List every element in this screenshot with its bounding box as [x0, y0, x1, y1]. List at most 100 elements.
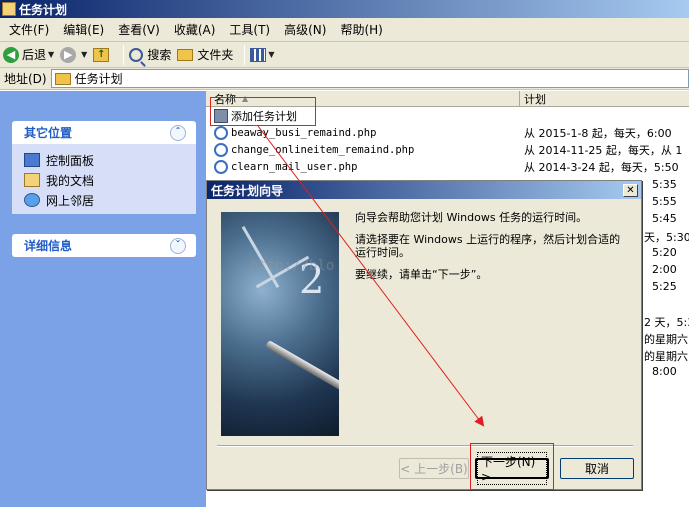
menu-favorites[interactable]: 收藏(A): [167, 21, 223, 38]
wizard-intro: 向导会帮助您计划 Windows 任务的运行时间。: [355, 211, 588, 224]
address-bar: 地址(D) 任务计划: [0, 68, 689, 90]
forward-button[interactable]: ▶ ▼: [60, 44, 87, 66]
details-title: 详细信息: [24, 239, 73, 253]
back-button[interactable]: ◀ 后退 ▼: [3, 44, 54, 66]
dialog-titlebar[interactable]: 任务计划向导 ✕: [207, 181, 641, 199]
column-headers: 名称 ▲ 计划: [206, 91, 689, 107]
window-title: 任务计划: [19, 2, 68, 17]
link-label: 我的文档: [46, 173, 95, 188]
address-field[interactable]: 任务计划: [50, 69, 689, 88]
views-icon: [250, 47, 267, 62]
folders-label: 文件夹: [197, 48, 234, 62]
add-scheduled-task-icon: [214, 108, 228, 123]
schedule-fragment: 5:55: [652, 195, 677, 208]
scheduled-tasks-folder-icon: [54, 72, 71, 85]
search-button[interactable]: 搜索: [129, 44, 171, 66]
scheduled-task-icon: [214, 159, 228, 174]
cancel-button[interactable]: 取消: [560, 458, 634, 479]
menu-bar: 文件(F) 编辑(E) 查看(V) 收藏(A) 工具(T) 高级(N) 帮助(H…: [0, 18, 689, 42]
schedule-fragment: 5:20: [652, 246, 677, 259]
task-wizard-dialog: 任务计划向导 ✕ 2 向导会帮助您计划 Windows 任务的运行时间。 请选择…: [206, 180, 642, 490]
address-label: 地址(D): [4, 72, 47, 86]
toolbar-separator: [123, 44, 125, 65]
wizard-text: 向导会帮助您计划 Windows 任务的运行时间。 请选择要在 Windows …: [355, 211, 625, 290]
collapse-icon[interactable]: ˆ: [170, 124, 186, 141]
link-control-panel[interactable]: 控制面板: [24, 150, 196, 170]
scheduled-tasks-folder-icon: [2, 2, 16, 16]
chevron-down-icon: ▼: [268, 50, 275, 59]
row-name: change_onlineitem_remaind.php: [231, 143, 415, 156]
scheduled-task-icon: [214, 142, 228, 157]
folders-button[interactable]: 文件夹: [177, 44, 233, 66]
details-header[interactable]: 详细信息 ˇ: [12, 234, 196, 257]
left-task-pane: 其它位置 ˆ 控制面板 我的文档 网上邻居 详细信息 ˇ: [0, 91, 206, 507]
row-name: clearn_mail_user.php: [231, 160, 358, 173]
chevron-down-icon[interactable]: ▼: [48, 50, 54, 59]
wizard-continue-hint: 要继续，请单击“下一步”。: [355, 268, 488, 281]
row-name: 添加任务计划: [231, 109, 297, 123]
toolbar: ◀ 后退 ▼ ▶ ▼ ↑ 搜索 文件夹 ▼: [0, 42, 689, 68]
window-titlebar[interactable]: 任务计划: [0, 0, 689, 18]
back-label: 后退: [22, 48, 47, 62]
next-step-button[interactable]: 下一步(N) >: [475, 452, 549, 485]
schedule-fragment: 2:00: [652, 263, 677, 276]
menu-help[interactable]: 帮助(H): [333, 21, 389, 38]
schedule-fragment: 天，5:30: [644, 231, 689, 244]
chevron-down-icon[interactable]: ▼: [81, 50, 87, 59]
views-button[interactable]: ▼: [250, 44, 275, 66]
menu-view[interactable]: 查看(V): [111, 21, 167, 38]
back-step-label: < 上一步(B): [400, 462, 468, 476]
row-name: beaway_busi_remaind.php: [231, 126, 377, 139]
link-my-documents[interactable]: 我的文档: [24, 170, 196, 190]
up-folder-icon: ↑: [93, 47, 110, 62]
my-documents-icon: [24, 173, 40, 187]
control-panel-icon: [24, 153, 40, 167]
schedule-fragment: 8:00: [652, 365, 677, 378]
network-places-icon: [24, 193, 40, 207]
schedule-fragment: 的星期六: [644, 350, 688, 363]
list-item-add-task[interactable]: 添加任务计划: [206, 107, 689, 124]
link-network-places[interactable]: 网上邻居: [24, 190, 196, 210]
menu-file[interactable]: 文件(F): [2, 21, 56, 38]
menu-edit[interactable]: 编辑(E): [56, 21, 111, 38]
column-name-label: 名称: [214, 92, 236, 106]
list-item[interactable]: change_onlineitem_remaind.php 从 2014-11-…: [206, 141, 689, 158]
other-places-body: 控制面板 我的文档 网上邻居: [12, 144, 196, 214]
watermark-text: http://blo: [250, 258, 335, 274]
dialog-title: 任务计划向导: [211, 183, 284, 198]
back-step-button[interactable]: < 上一步(B): [399, 458, 469, 479]
menu-tools[interactable]: 工具(T): [222, 21, 277, 38]
toolbar-separator: [244, 44, 246, 65]
other-places-panel: 其它位置 ˆ 控制面板 我的文档 网上邻居: [12, 121, 196, 214]
close-icon[interactable]: ✕: [623, 183, 638, 197]
column-schedule[interactable]: 计划: [520, 91, 689, 106]
row-schedule: 从 2015-1-8 起，每天，6:00: [524, 126, 672, 140]
back-arrow-icon: ◀: [3, 46, 19, 63]
folder-icon: [177, 48, 194, 61]
sort-ascending-icon: ▲: [242, 94, 249, 103]
other-places-title: 其它位置: [24, 126, 73, 140]
wizard-clock-image: 2: [221, 212, 339, 436]
list-item[interactable]: beaway_busi_remaind.php 从 2015-1-8 起，每天，…: [206, 124, 689, 141]
other-places-header[interactable]: 其它位置 ˆ: [12, 121, 196, 144]
schedule-fragment: 2 天，5:3: [644, 316, 689, 329]
details-panel: 详细信息 ˇ: [12, 234, 196, 257]
schedule-fragment: 的星期六: [644, 333, 688, 346]
link-label: 控制面板: [46, 153, 95, 168]
menu-advanced[interactable]: 高级(N): [277, 21, 333, 38]
cancel-label: 取消: [584, 462, 609, 476]
search-icon: [129, 47, 144, 62]
up-folder-button[interactable]: ↑: [93, 44, 112, 66]
wizard-instructions: 请选择要在 Windows 上运行的程序，然后计划合适的运行时间。: [355, 233, 621, 259]
pen-graphic: [265, 340, 339, 392]
link-label: 网上邻居: [46, 193, 95, 208]
search-label: 搜索: [147, 48, 172, 62]
expand-icon[interactable]: ˇ: [170, 237, 186, 254]
column-schedule-label: 计划: [524, 92, 546, 106]
scheduled-task-icon: [214, 125, 228, 140]
column-name[interactable]: 名称 ▲: [206, 91, 520, 106]
next-step-label: 下一步(N) >: [477, 452, 547, 485]
address-value: 任务计划: [74, 72, 123, 86]
row-schedule: 从 2014-11-25 起，每天，从 1: [524, 143, 683, 157]
list-item[interactable]: clearn_mail_user.php 从 2014-3-24 起，每天，5:…: [206, 158, 689, 175]
